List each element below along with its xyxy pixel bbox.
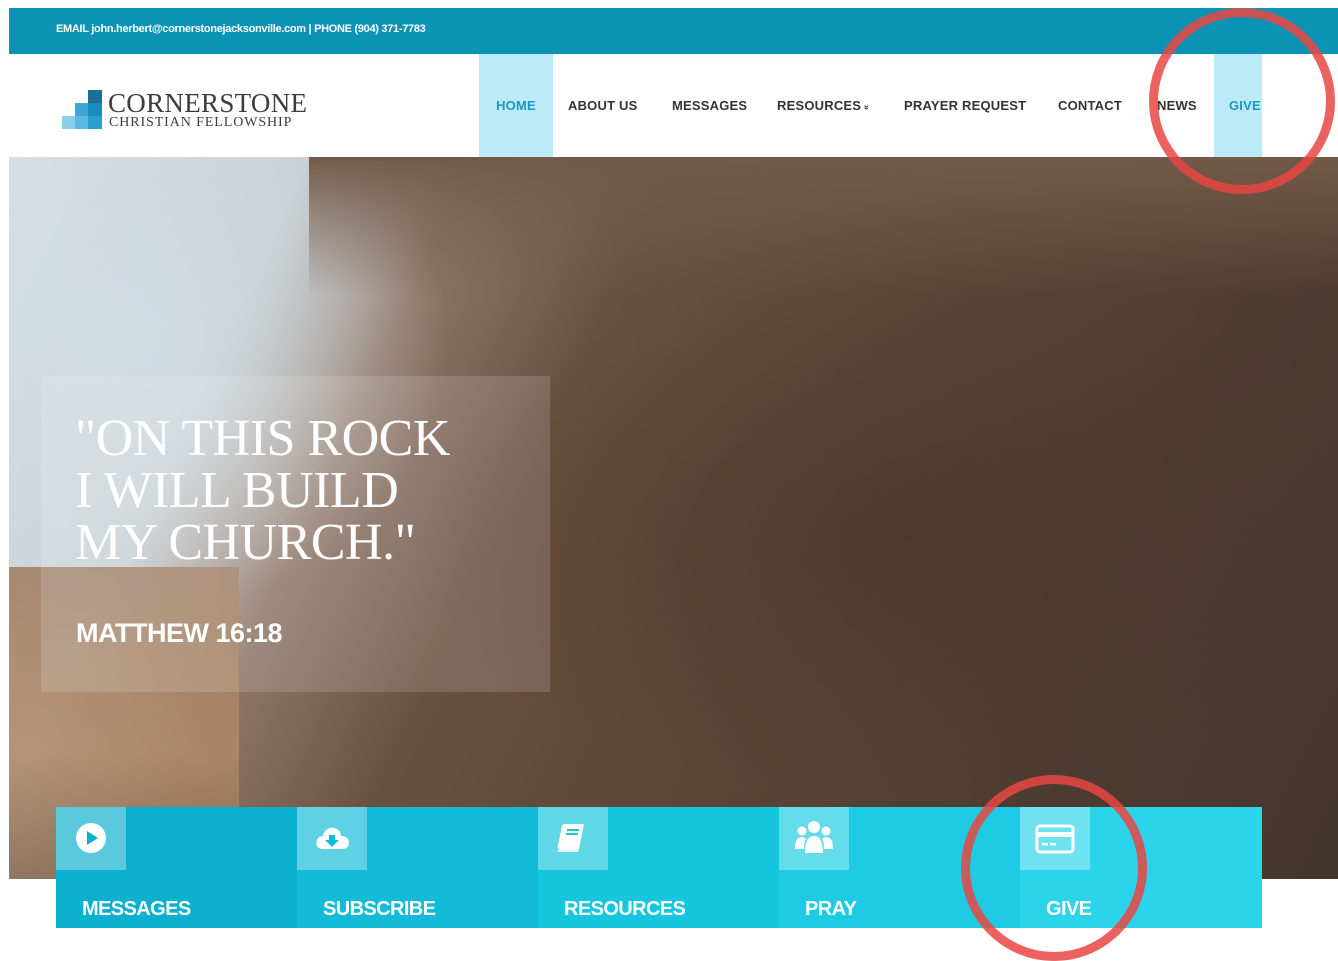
nav-messages[interactable]: MESSAGES [672, 54, 747, 157]
play-circle-icon [76, 823, 106, 853]
nav-home[interactable]: HOME [479, 54, 553, 157]
tile-subscribe-label: SUBSCRIBE [323, 898, 436, 920]
tile-pray-icon-box [779, 807, 849, 870]
hero-banner: "ON THIS ROCK I WILL BUILD MY CHURCH." M… [9, 157, 1338, 879]
nav-contact-label: CONTACT [1058, 98, 1122, 113]
book-icon [557, 824, 584, 852]
nav-prayer-label: PRAYER REQUEST [904, 98, 1027, 113]
nav-messages-label: MESSAGES [672, 98, 748, 113]
hero-rock-texture [309, 157, 1338, 297]
nav-prayer-request[interactable]: PRAYER REQUEST [904, 54, 1026, 157]
chevron-down-icon: » [862, 104, 873, 111]
site-header: CORNERSTONE CHRISTIAN FELLOWSHIP HOME AB… [9, 54, 1338, 157]
tile-pray-label: PRAY [805, 898, 857, 920]
quote-line-3: MY CHURCH." [75, 514, 416, 571]
logo-subtitle: CHRISTIAN FELLOWSHIP [109, 115, 293, 130]
nav-resources[interactable]: RESOURCES» [777, 54, 872, 157]
nav-about-label: ABOUT US [568, 98, 638, 113]
quote-line-1: "ON THIS ROCK [75, 410, 450, 467]
tile-messages[interactable]: MESSAGES [56, 807, 297, 928]
scripture-reference: MATTHEW 16:18 [76, 618, 283, 648]
annotation-circle-nav-give [1149, 8, 1335, 194]
tile-messages-label: MESSAGES [82, 898, 191, 920]
contact-info: EMAIL john.herbert@cornerstonejacksonvil… [56, 23, 426, 35]
tile-subscribe[interactable]: SUBSCRIBE [297, 807, 538, 928]
tile-subscribe-icon-box [297, 807, 367, 870]
tile-resources-label: RESOURCES [564, 898, 686, 920]
people-group-icon [795, 821, 833, 853]
nav-contact[interactable]: CONTACT [1058, 54, 1122, 157]
site-logo[interactable]: CORNERSTONE CHRISTIAN FELLOWSHIP [62, 88, 362, 134]
cloud-download-icon [316, 827, 349, 849]
top-contact-bar: EMAIL john.herbert@cornerstonejacksonvil… [9, 8, 1338, 54]
nav-home-label: HOME [496, 98, 536, 113]
scripture-quote-box: "ON THIS ROCK I WILL BUILD MY CHURCH." M… [41, 376, 550, 692]
annotation-circle-tile-give [961, 775, 1147, 961]
logo-title: CORNERSTONE [108, 88, 308, 118]
tile-resources[interactable]: RESOURCES [538, 807, 779, 928]
cornerstone-logo-icon [62, 90, 106, 134]
tile-messages-icon-box [56, 807, 126, 870]
nav-about-us[interactable]: ABOUT US [568, 54, 638, 157]
tile-resources-icon-box [538, 807, 608, 870]
quote-line-2: I WILL BUILD [75, 462, 399, 519]
